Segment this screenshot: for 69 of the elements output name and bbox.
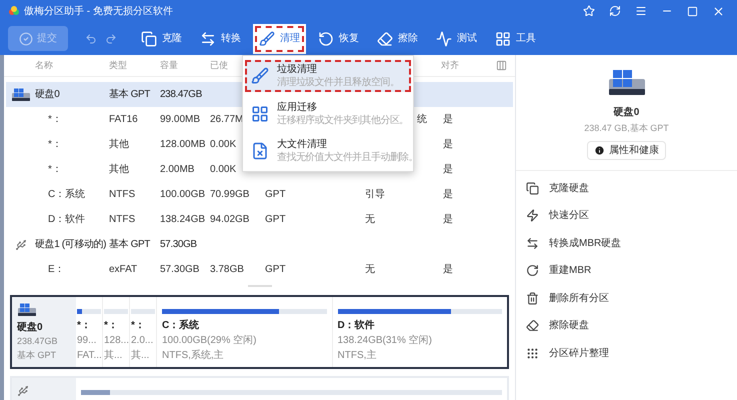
table-cell: 无 bbox=[365, 214, 375, 225]
table-cell: 是 bbox=[443, 139, 453, 150]
partition-name: C：系统 bbox=[162, 318, 200, 333]
disk-name: 硬盘0 bbox=[17, 320, 44, 335]
disk-info: 238.47 GB,基本 GPT bbox=[584, 122, 669, 135]
table-cell: 其他 bbox=[109, 164, 129, 175]
table-cell: *： bbox=[48, 139, 62, 150]
menu-item-title: 垃圾清理 bbox=[277, 62, 318, 76]
partition-filesystem: 其... bbox=[131, 348, 150, 363]
table-cell: 100.00GB bbox=[160, 189, 206, 200]
table-cell: FAT16 bbox=[109, 114, 138, 125]
table-cell: 94.02GB bbox=[210, 214, 250, 225]
table-cell: 无 bbox=[365, 264, 375, 275]
menu-item-description: 查找无价值大文件并且手动删除。 bbox=[277, 151, 418, 164]
table-cell: GPT bbox=[265, 189, 286, 200]
table-cell: 99.00MB bbox=[160, 114, 200, 125]
menu-item-description: 清理垃圾文件并且释放空间。 bbox=[277, 76, 400, 89]
partition-filesystem: NTFS,系统,主 bbox=[162, 348, 225, 363]
menu-item-description: 迁移程序或文件夹到其他分区。 bbox=[277, 114, 409, 126]
table-cell: 硬盘1 (可移动的) bbox=[35, 239, 106, 250]
table-cell: NTFS bbox=[109, 189, 136, 200]
table-cell: 其他 bbox=[109, 139, 129, 150]
table-cell: 70.99GB bbox=[210, 189, 250, 200]
menu-item-title: 大文件清理 bbox=[277, 138, 328, 152]
disk-type: 基本 GPT bbox=[17, 348, 58, 362]
table-cell: NTFS bbox=[109, 214, 136, 225]
table-cell: 57.30GB bbox=[160, 264, 200, 275]
table-cell: 是 bbox=[443, 164, 453, 175]
partition-filesystem: 其... bbox=[104, 348, 124, 363]
table-cell: *： bbox=[48, 114, 62, 125]
table-cell: 硬盘0 bbox=[35, 89, 60, 100]
disk-name: 硬盘0 bbox=[614, 106, 640, 120]
table-cell: 基本 GPT bbox=[109, 239, 150, 250]
window-title: 傲梅分区助手 - 免费无损分区软件 bbox=[24, 4, 173, 18]
table-cell: GPT bbox=[265, 264, 286, 275]
table-cell: 3.78GB bbox=[210, 264, 244, 275]
table-cell: 是 bbox=[443, 214, 453, 225]
table-cell: 是 bbox=[443, 114, 453, 125]
partition-size: 2.0... bbox=[131, 334, 154, 348]
menu-item-title: 应用迁移 bbox=[277, 100, 318, 114]
partition-size: 100.00GB(29% 空闲) bbox=[162, 334, 258, 348]
table-cell: 238.47GB bbox=[160, 89, 202, 100]
table-cell: C：系统 bbox=[48, 189, 86, 200]
table-cell: D：软件 bbox=[48, 214, 86, 225]
table-cell: 0.00K bbox=[210, 164, 236, 175]
table-cell: 是 bbox=[443, 189, 453, 200]
table-cell: 基本 GPT bbox=[109, 89, 150, 100]
partition-name: *： bbox=[77, 319, 92, 333]
table-cell: exFAT bbox=[109, 264, 138, 275]
partition-filesystem: FAT... bbox=[77, 349, 101, 363]
partition-size: 138.24GB(31% 空闲) bbox=[338, 334, 433, 348]
table-cell: 128.00MB bbox=[160, 139, 206, 150]
table-cell: E： bbox=[48, 264, 65, 275]
table-cell: *： bbox=[48, 164, 62, 175]
partition-size: 99... bbox=[77, 334, 98, 348]
table-cell: 57.30GB bbox=[160, 239, 197, 250]
partition-name: D：软件 bbox=[338, 318, 376, 333]
table-cell: 统 bbox=[417, 114, 427, 125]
table-cell: 2.00MB bbox=[160, 164, 194, 175]
partition-name: *： bbox=[104, 319, 119, 333]
table-cell: 是 bbox=[443, 264, 453, 275]
table-cell: 0.00K bbox=[210, 139, 236, 150]
partition-filesystem: NTFS,主 bbox=[338, 348, 378, 363]
table-cell: GPT bbox=[265, 214, 286, 225]
table-cell: 引导 bbox=[365, 189, 385, 200]
disk-size: 238.47GB bbox=[17, 335, 59, 348]
table-cell: 138.24GB bbox=[160, 214, 206, 225]
partition-size: 128... bbox=[104, 334, 128, 348]
partition-name: *： bbox=[131, 319, 146, 333]
